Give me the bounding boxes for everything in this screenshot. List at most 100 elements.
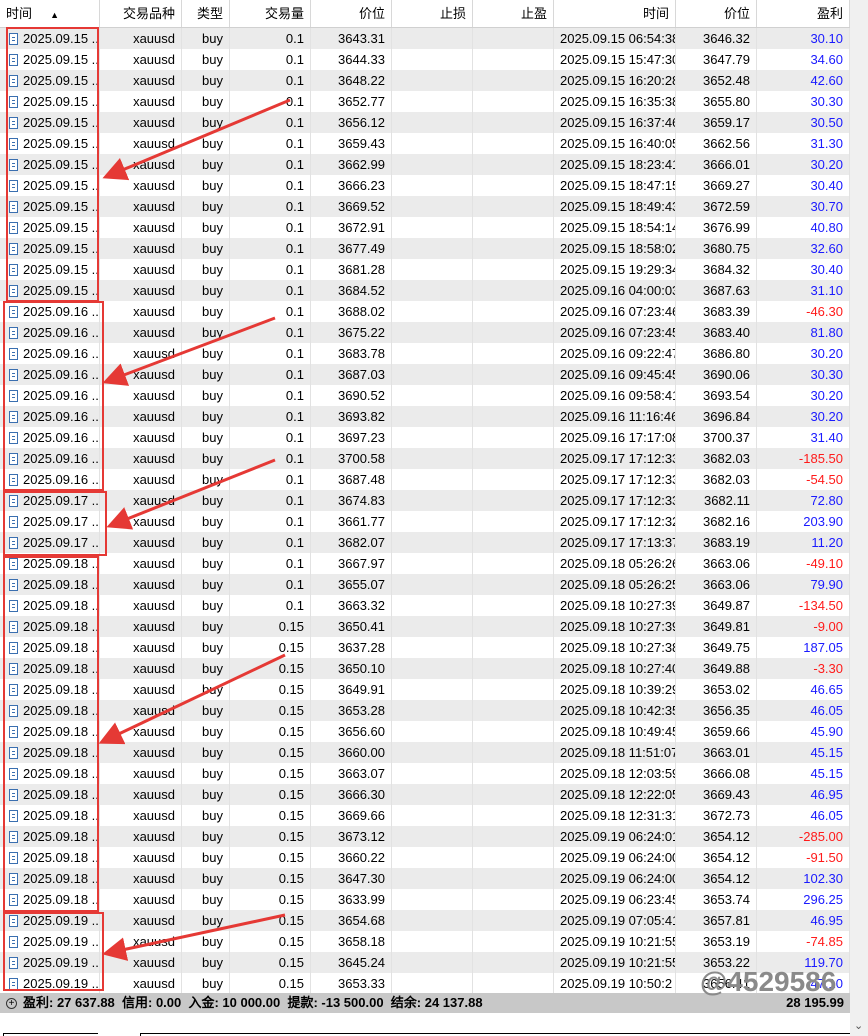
table-row[interactable]: 2025.09.18 ... xauusd buy 0.15 3653.28 2025.0… — [0, 700, 850, 721]
table-row[interactable]: 2025.09.16 ... xauusd buy 0.1 3693.82 2025.09… — [0, 406, 850, 427]
cell-take-profit — [473, 742, 554, 763]
open-time-value: 2025.09.17 ... — [23, 493, 100, 508]
cell-symbol: xauusd — [100, 154, 182, 175]
table-row[interactable]: 2025.09.15 ... xauusd buy 0.1 3648.22 2025.09… — [0, 70, 850, 91]
col-header-type[interactable]: 类型 — [182, 0, 230, 27]
symbol-value: xauusd — [133, 178, 175, 193]
table-row[interactable]: 2025.09.18 ... xauusd buy 0.15 3666.30 2025.0… — [0, 784, 850, 805]
col-header-volume[interactable]: 交易量 — [230, 0, 311, 27]
table-row[interactable]: 2025.09.18 ... xauusd buy 0.15 3656.60 2025.0… — [0, 721, 850, 742]
col-header-open-time[interactable]: 时间 ▲ — [0, 0, 100, 27]
col-header-open-price[interactable]: 价位 — [311, 0, 392, 27]
table-row[interactable]: 2025.09.18 ... xauusd buy 0.15 3650.10 2025.0… — [0, 658, 850, 679]
cell-type: buy — [182, 742, 230, 763]
cell-open-time: 2025.09.16 ... — [0, 427, 100, 448]
order-document-icon — [9, 306, 18, 318]
table-row[interactable]: 2025.09.16 ... xauusd buy 0.1 3675.22 2025.09… — [0, 322, 850, 343]
table-row[interactable]: 2025.09.15 ... xauusd buy 0.1 3684.52 2025.09… — [0, 280, 850, 301]
close-time-value: 2025.09.19 10:21:55 — [560, 955, 676, 970]
table-row[interactable]: 2025.09.15 ... xauusd buy 0.1 3672.91 2025.09… — [0, 217, 850, 238]
cell-close-time: 2025.09.18 11:51:07 — [554, 742, 676, 763]
table-row[interactable]: 2025.09.15 ... xauusd buy 0.1 3652.77 2025.09… — [0, 91, 850, 112]
cell-close-price: 3687.63 — [676, 280, 757, 301]
table-row[interactable]: 2025.09.15 ... xauusd buy 0.1 3681.28 2025.09… — [0, 259, 850, 280]
table-row[interactable]: 2025.09.15 ... xauusd buy 0.1 3677.49 2025.09… — [0, 238, 850, 259]
cell-close-price: 3653.19 — [676, 931, 757, 952]
table-row[interactable]: 2025.09.17 ... xauusd buy 0.1 3674.83 2025.09… — [0, 490, 850, 511]
table-row[interactable]: 2025.09.17 ... xauusd buy 0.1 3661.77 2025.09… — [0, 511, 850, 532]
table-row[interactable]: 2025.09.15 ... xauusd buy 0.1 3644.33 2025.09… — [0, 49, 850, 70]
table-row[interactable]: 2025.09.18 ... xauusd buy 0.1 3663.32 2025.09… — [0, 595, 850, 616]
symbol-value: xauusd — [133, 262, 175, 277]
volume-value: 0.1 — [285, 514, 304, 529]
cell-open-time: 2025.09.18 ... — [0, 574, 100, 595]
cell-close-price: 3682.03 — [676, 469, 757, 490]
cell-close-price: 3684.32 — [676, 259, 757, 280]
table-row[interactable]: 2025.09.16 ... xauusd buy 0.1 3690.52 2025.09… — [0, 385, 850, 406]
open-price-value: 3652.77 — [338, 94, 385, 109]
table-row[interactable]: 2025.09.18 ... xauusd buy 0.15 3663.07 2025.0… — [0, 763, 850, 784]
table-row[interactable]: 2025.09.15 ... xauusd buy 0.1 3659.43 2025.09… — [0, 133, 850, 154]
cell-type: buy — [182, 574, 230, 595]
table-row[interactable]: 2025.09.18 ... xauusd buy 0.15 3650.41 2025.0… — [0, 616, 850, 637]
table-row[interactable]: 2025.09.16 ... xauusd buy 0.1 3687.03 2025.09… — [0, 364, 850, 385]
cell-open-price: 3650.41 — [311, 616, 392, 637]
cell-volume: 0.15 — [230, 931, 311, 952]
vertical-scrollbar[interactable]: ⌄ — [850, 0, 868, 1036]
open-price-value: 3677.49 — [338, 241, 385, 256]
table-row[interactable]: 2025.09.19 ... xauusd buy 0.15 3658.18 2025.0… — [0, 931, 850, 952]
open-time-value: 2025.09.18 ... — [23, 745, 100, 760]
table-row[interactable]: 2025.09.15 ... xauusd buy 0.1 3662.99 2025.09… — [0, 154, 850, 175]
table-row[interactable]: 2025.09.15 ... xauusd buy 0.1 3669.52 2025.09… — [0, 196, 850, 217]
col-header-close-time[interactable]: 时间 — [554, 0, 676, 27]
table-row[interactable]: 2025.09.18 ... xauusd buy 0.1 3667.97 2025.09… — [0, 553, 850, 574]
table-row[interactable]: 2025.09.18 ... xauusd buy 0.15 3673.12 2025.0… — [0, 826, 850, 847]
col-header-symbol[interactable]: 交易品种 — [100, 0, 182, 27]
cell-take-profit — [473, 112, 554, 133]
table-row[interactable]: 2025.09.19 ... xauusd buy 0.15 3654.68 2025.0… — [0, 910, 850, 931]
type-value: buy — [202, 493, 223, 508]
close-time-value: 2025.09.18 05:26:25 — [560, 577, 676, 592]
close-price-value: 3653.74 — [703, 892, 750, 907]
table-row[interactable]: 2025.09.15 ... xauusd buy 0.1 3643.31 2025.09… — [0, 28, 850, 49]
table-row[interactable]: 2025.09.16 ... xauusd buy 0.1 3683.78 2025.09… — [0, 343, 850, 364]
col-header-tp[interactable]: 止盈 — [473, 0, 554, 27]
symbol-value: xauusd — [133, 976, 175, 991]
cell-symbol: xauusd — [100, 826, 182, 847]
table-row[interactable]: 2025.09.18 ... xauusd buy 0.15 3669.66 2025.0… — [0, 805, 850, 826]
table-row[interactable]: 2025.09.18 ... xauusd buy 0.15 3660.00 2025.0… — [0, 742, 850, 763]
type-value: buy — [202, 262, 223, 277]
scroll-down-icon[interactable]: ⌄ — [854, 1019, 863, 1032]
cell-profit: 46.65 — [757, 679, 850, 700]
table-row[interactable]: 2025.09.16 ... xauusd buy 0.1 3687.48 2025.09… — [0, 469, 850, 490]
cell-close-price: 3672.59 — [676, 196, 757, 217]
table-row[interactable]: 2025.09.18 ... xauusd buy 0.15 3637.28 2025.0… — [0, 637, 850, 658]
table-row[interactable]: 2025.09.15 ... xauusd buy 0.1 3666.23 2025.09… — [0, 175, 850, 196]
cell-close-price: 3663.06 — [676, 574, 757, 595]
table-row[interactable]: 2025.09.18 ... xauusd buy 0.15 3649.91 2025.0… — [0, 679, 850, 700]
col-header-profit[interactable]: 盈利 — [757, 0, 850, 27]
close-price-value: 3700.37 — [703, 430, 750, 445]
open-price-value: 3666.23 — [338, 178, 385, 193]
table-row[interactable]: 2025.09.16 ... xauusd buy 0.1 3697.23 2025.09… — [0, 427, 850, 448]
cell-profit: 30.20 — [757, 385, 850, 406]
open-price-value: 3688.02 — [338, 304, 385, 319]
cell-close-time: 2025.09.15 18:49:43 — [554, 196, 676, 217]
col-header-close-price[interactable]: 价位 — [676, 0, 757, 27]
expand-plus-icon[interactable]: + — [6, 997, 17, 1009]
table-row[interactable]: 2025.09.18 ... xauusd buy 0.15 3647.30 2025.0… — [0, 868, 850, 889]
table-row[interactable]: 2025.09.18 ... xauusd buy 0.1 3655.07 2025.09… — [0, 574, 850, 595]
cell-close-price: 3683.19 — [676, 532, 757, 553]
table-row[interactable]: 2025.09.18 ... xauusd buy 0.15 3660.22 2025.0… — [0, 847, 850, 868]
col-header-sl[interactable]: 止损 — [392, 0, 473, 27]
table-row[interactable]: 2025.09.16 ... xauusd buy 0.1 3700.58 2025.09… — [0, 448, 850, 469]
table-row[interactable]: 2025.09.18 ... xauusd buy 0.15 3633.99 2025.0… — [0, 889, 850, 910]
open-price-value: 3684.52 — [338, 283, 385, 298]
table-row[interactable]: 2025.09.16 ... xauusd buy 0.1 3688.02 2025.09… — [0, 301, 850, 322]
table-row[interactable]: 2025.09.17 ... xauusd buy 0.1 3682.07 2025.09… — [0, 532, 850, 553]
cell-stop-loss — [392, 490, 473, 511]
table-row[interactable]: 2025.09.15 ... xauusd buy 0.1 3656.12 2025.09… — [0, 112, 850, 133]
close-price-value: 3654.12 — [703, 850, 750, 865]
cell-open-price: 3697.23 — [311, 427, 392, 448]
cell-close-time: 2025.09.18 10:27:40 — [554, 658, 676, 679]
